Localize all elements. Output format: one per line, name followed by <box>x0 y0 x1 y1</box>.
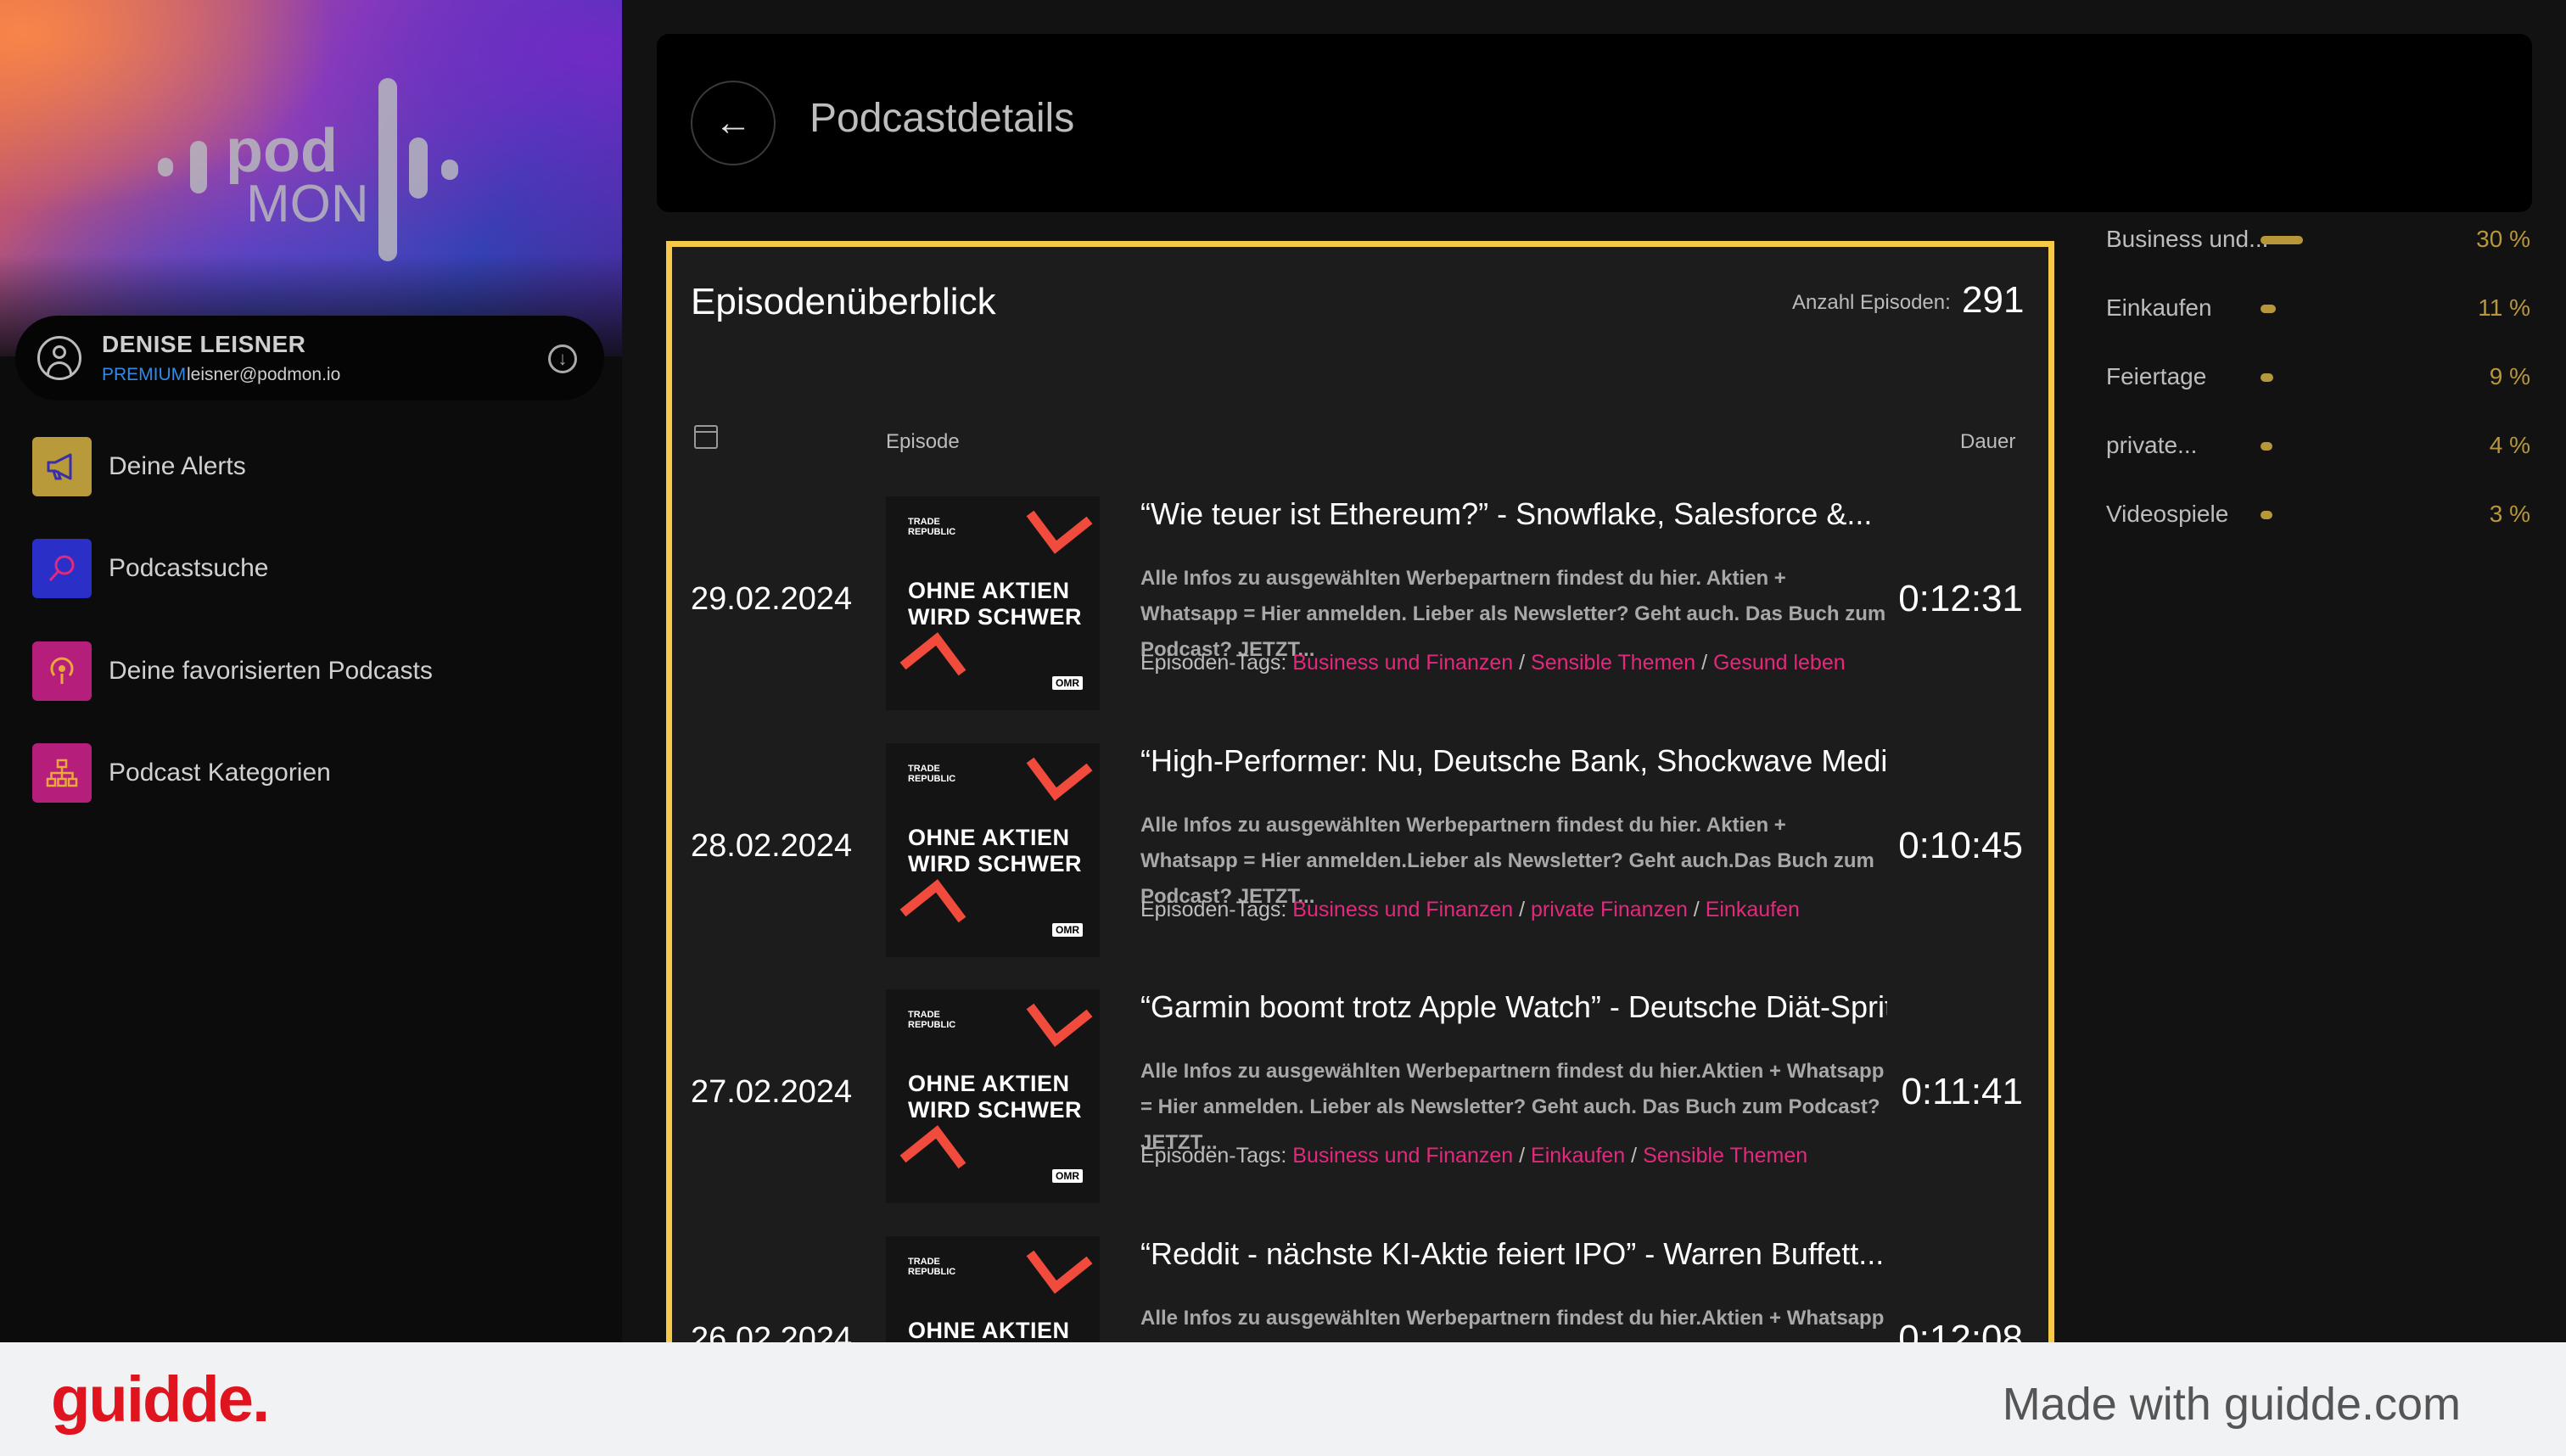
logo-word-bottom: MON <box>246 175 369 233</box>
episode-title[interactable]: “High-Performer: Nu, Deutsche Bank, Shoc… <box>1140 743 1887 779</box>
hierarchy-icon <box>32 743 92 803</box>
back-button[interactable]: ← <box>691 81 776 165</box>
nav-item-categories[interactable]: Podcast Kategorien <box>32 743 592 803</box>
episode-thumbnail[interactable]: TRADE REPUBLIC OHNE AKTIEN WIRD SCHWER OM… <box>886 496 1100 710</box>
tag-link[interactable]: Business und Finanzen <box>1292 1144 1513 1168</box>
episode-description: Alle Infos zu ausgewählten Werbepartnern… <box>1140 1307 1885 1330</box>
episode-duration: 0:12:31 <box>1898 578 2023 619</box>
calendar-icon[interactable] <box>694 425 718 449</box>
column-header-episode[interactable]: Episode <box>886 430 960 454</box>
page-header: ← Podcastdetails <box>657 34 2532 212</box>
arrow-left-icon: ← <box>714 102 752 143</box>
tag-link[interactable]: Einkaufen <box>1706 898 1800 921</box>
megaphone-icon <box>32 437 92 496</box>
episode-title[interactable]: “Reddit - nächste KI-Aktie feiert IPO” -… <box>1140 1236 1887 1272</box>
episode-count-value: 291 <box>1962 279 2025 321</box>
logo-word-top: pod <box>226 117 338 185</box>
category-stat: Einkaufen 11 % <box>2106 294 2530 321</box>
episode-row[interactable]: 28.02.2024 TRADE REPUBLIC OHNE AKTIEN WIR… <box>672 743 2048 989</box>
search-icon <box>32 539 92 598</box>
episode-row[interactable]: 27.02.2024 TRADE REPUBLIC OHNE AKTIEN WIR… <box>672 989 2048 1235</box>
column-header-duration[interactable]: Dauer <box>1960 430 2015 454</box>
tag-link[interactable]: private Finanzen <box>1531 898 1688 921</box>
category-stat: Feiertage 9 % <box>2106 363 2530 389</box>
nav-label: Podcast Kategorien <box>109 759 331 787</box>
episode-duration: 0:12:08 <box>1898 1318 2023 1342</box>
episode-title[interactable]: “Wie teuer ist Ethereum?” - Snowflake, S… <box>1140 496 1887 532</box>
nav-item-alerts[interactable]: Deine Alerts <box>32 437 592 496</box>
episode-tags: Episoden-Tags: Business und Finanzen / S… <box>1140 651 1846 675</box>
podcast-icon <box>32 641 92 701</box>
episode-date: 26.02.2024 <box>691 1321 853 1342</box>
category-bar <box>2261 236 2303 244</box>
category-bar <box>2261 442 2272 451</box>
nav-label: Podcastsuche <box>109 554 269 582</box>
episode-date: 29.02.2024 <box>691 581 853 617</box>
episode-thumbnail[interactable]: TRADE REPUBLIC OHNE AKTIEN WIRD SCHWER OM… <box>886 989 1100 1203</box>
user-avatar-icon <box>37 336 81 380</box>
episode-title[interactable]: “Garmin boomt trotz Apple Watch” - Deuts… <box>1140 989 1887 1025</box>
chevron-down-icon[interactable]: ↓ <box>548 344 577 373</box>
made-with-text: Made with guidde.com <box>2002 1379 2461 1430</box>
episode-thumbnail[interactable]: TRADE REPUBLIC OHNE AKTIEN WIRD SCHWER OM… <box>886 743 1100 957</box>
podmon-logo[interactable]: pod MON <box>153 75 475 270</box>
tag-link[interactable]: Sensible Themen <box>1531 651 1695 675</box>
user-email: leisner@podmon.io <box>187 365 341 384</box>
category-stat: Videospiele 3 % <box>2106 501 2530 527</box>
episode-row[interactable]: 29.02.2024 TRADE REPUBLIC OHNE AKTIEN WIR… <box>672 496 2048 742</box>
user-card[interactable]: DENISE LEISNER PREMIUM leisner@podmon.io… <box>15 316 604 400</box>
tag-link[interactable]: Business und Finanzen <box>1292 651 1513 675</box>
episode-duration: 0:11:41 <box>1901 1071 2023 1112</box>
category-bar <box>2261 511 2272 519</box>
tag-link[interactable]: Business und Finanzen <box>1292 898 1513 921</box>
episode-row[interactable]: 26.02.2024 TRADEREPUBLIC OHNE AKTIEN WIR… <box>672 1236 2048 1342</box>
nav-item-favorites[interactable]: Deine favorisierten Podcasts <box>32 641 592 701</box>
nav-label: Deine Alerts <box>109 452 246 480</box>
tag-link[interactable]: Sensible Themen <box>1643 1144 1807 1168</box>
episode-count-label: Anzahl Episoden: <box>1792 291 1951 314</box>
category-bar <box>2261 373 2273 382</box>
episode-date: 27.02.2024 <box>691 1074 853 1110</box>
user-plan-badge: PREMIUM <box>102 365 187 384</box>
panel-title: Episodenüberblick <box>691 281 996 322</box>
category-stat: Business und... 30 % <box>2106 226 2530 252</box>
category-stat: private... 4 % <box>2106 432 2530 458</box>
category-bar <box>2261 305 2276 313</box>
sidebar: pod MON DENISE LEISNER PREMIUM leisner@p… <box>0 0 622 1342</box>
user-name: DENISE LEISNER <box>102 331 306 357</box>
episode-tags: Episoden-Tags: Business und Finanzen / p… <box>1140 898 1800 921</box>
tag-link[interactable]: Gesund leben <box>1713 651 1846 675</box>
nav-item-search[interactable]: Podcastsuche <box>32 539 592 598</box>
nav-label: Deine favorisierten Podcasts <box>109 657 433 685</box>
episode-duration: 0:10:45 <box>1898 825 2023 866</box>
episode-overview-panel: Episodenüberblick Anzahl Episoden: 291 E… <box>666 241 2054 1342</box>
episode-thumbnail[interactable]: TRADEREPUBLIC OHNE AKTIEN WIRD SCHWER <box>886 1236 1100 1342</box>
page-title: Podcastdetails <box>810 96 1075 141</box>
episode-date: 28.02.2024 <box>691 828 853 864</box>
tag-link[interactable]: Einkaufen <box>1531 1144 1625 1168</box>
guidde-logo: guidde. <box>51 1364 270 1436</box>
guidde-footer: guidde. Made with guidde.com <box>0 1342 2566 1456</box>
episode-tags: Episoden-Tags: Business und Finanzen / E… <box>1140 1144 1808 1168</box>
